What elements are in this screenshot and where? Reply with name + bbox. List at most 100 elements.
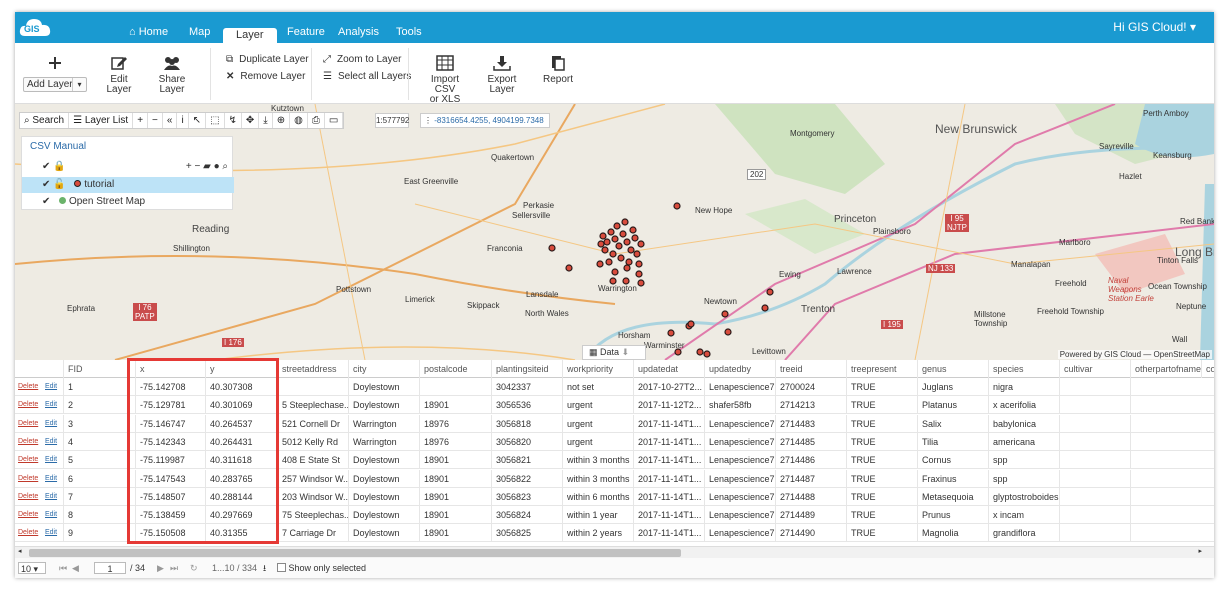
table-cell-updatedat[interactable]: 2017-10-27T2...: [633, 378, 704, 396]
table-cell-plantingsiteid[interactable]: 3056824: [491, 506, 562, 525]
map-view[interactable]: Kutztown Montgomery New Brunswick Perth …: [15, 104, 1214, 360]
table-cell-otherpartofname[interactable]: [1130, 487, 1201, 506]
show-only-selected[interactable]: Show only selected: [277, 562, 366, 574]
table-cell-treeid[interactable]: 2700024: [775, 378, 846, 396]
column-header-updatedby[interactable]: updatedby: [704, 360, 775, 378]
table-cell-postalcode[interactable]: 18901: [419, 506, 491, 525]
edit-link[interactable]: Edit: [45, 451, 57, 469]
select-all-layers-button[interactable]: ☰ Select all Layers: [323, 71, 411, 82]
table-cell-workpriority[interactable]: within 1 year: [562, 506, 633, 525]
table-cell-y[interactable]: 40.301069: [205, 396, 277, 415]
table-cell-genus[interactable]: Magnolia: [917, 524, 988, 543]
column-header-streetaddress[interactable]: streetaddress: [277, 360, 348, 378]
table-cell-city[interactable]: Doylestown: [348, 487, 419, 506]
table-row[interactable]: Delete Edit 4 -75.142343 40.264431 5012 Kelly…: [15, 432, 1214, 451]
download-icon[interactable]: ⤓: [259, 113, 273, 128]
table-cell-city[interactable]: Doylestown: [348, 469, 419, 488]
user-icon[interactable]: ●: [214, 161, 220, 172]
table-cell-species[interactable]: grandiflora: [988, 524, 1059, 543]
column-header-species[interactable]: species: [988, 360, 1059, 378]
table-cell-otherpartofname[interactable]: [1130, 469, 1201, 488]
table-cell-streetaddress[interactable]: 203 Windsor W...: [277, 487, 348, 506]
table-cell-x[interactable]: -75.119987: [135, 451, 205, 470]
table-cell-y[interactable]: 40.264537: [205, 414, 277, 433]
table-cell-postalcode[interactable]: 18901: [419, 469, 491, 488]
layer-item-osm[interactable]: ✔ Open Street Map: [22, 194, 234, 210]
table-cell-plantingsiteid[interactable]: 3056821: [491, 451, 562, 470]
refresh-icon[interactable]: ↻: [190, 562, 198, 574]
table-cell-postalcode[interactable]: [419, 378, 491, 396]
table-cell-treeid[interactable]: 2714489: [775, 506, 846, 525]
column-header-updatedat[interactable]: updatedat: [633, 360, 704, 378]
table-cell-plantingsiteid[interactable]: 3056536: [491, 396, 562, 415]
table-cell-streetaddress[interactable]: 75 Steeplechas...: [277, 506, 348, 525]
table-cell-treeid[interactable]: 2714490: [775, 524, 846, 543]
table-cell-streetaddress[interactable]: 521 Cornell Dr: [277, 414, 348, 433]
tab-home[interactable]: ⌂ Home: [129, 26, 168, 38]
column-header-x[interactable]: x: [135, 360, 205, 378]
table-cell-treeid[interactable]: 2714486: [775, 451, 846, 470]
table-cell-y[interactable]: 40.307308: [205, 378, 277, 396]
table-cell-treepresent[interactable]: TRUE: [846, 506, 917, 525]
table-row[interactable]: Delete Edit 6 -75.147543 40.283765 257 Windso…: [15, 469, 1214, 488]
checkbox[interactable]: [277, 563, 286, 572]
table-cell-otherpartofname[interactable]: [1130, 524, 1201, 543]
table-cell-plantingsiteid[interactable]: 3042337: [491, 378, 562, 396]
check-icon[interactable]: ✔: [42, 179, 50, 190]
table-cell-city[interactable]: Doylestown: [348, 451, 419, 470]
column-header-genus[interactable]: genus: [917, 360, 988, 378]
tab-tools[interactable]: Tools: [396, 26, 422, 38]
zoom-to-layer-button[interactable]: ⤢ Zoom to Layer: [323, 54, 401, 65]
table-cell-otherpartofname[interactable]: [1130, 378, 1201, 396]
pin-icon[interactable]: ⭳: [263, 562, 266, 574]
table-cell-city[interactable]: Warrington: [348, 414, 419, 433]
table-cell-streetaddress[interactable]: 7 Carriage Dr: [277, 524, 348, 543]
table-cell-updatedby[interactable]: Lenapescience7: [704, 487, 775, 506]
zoom-in-icon[interactable]: +: [133, 113, 149, 128]
table-cell-otherpartofname[interactable]: [1130, 432, 1201, 451]
delete-link[interactable]: Delete: [18, 433, 38, 451]
table-cell-treepresent[interactable]: TRUE: [846, 414, 917, 433]
lock-icon[interactable]: 🔒: [53, 161, 65, 172]
table-cell-updatedby[interactable]: Lenapescience7: [704, 451, 775, 470]
table-cell-city[interactable]: Doylestown: [348, 506, 419, 525]
layer-item-tutorial[interactable]: ✔ 🔓 tutorial: [22, 177, 234, 193]
table-cell-genus[interactable]: Salix: [917, 414, 988, 433]
table-cell-x[interactable]: -75.148507: [135, 487, 205, 506]
delete-link[interactable]: Delete: [18, 470, 38, 488]
column-header-co[interactable]: co: [1201, 360, 1214, 378]
table-cell-genus[interactable]: Tilia: [917, 432, 988, 451]
table-cell-species[interactable]: glyptostroboides: [988, 487, 1059, 506]
table-row[interactable]: Delete Edit 8 -75.138459 40.297669 75 Steeple…: [15, 506, 1214, 525]
column-header-FID[interactable]: FID: [63, 360, 135, 378]
table-cell-updatedby[interactable]: Lenapescience7: [704, 378, 775, 396]
tab-analysis[interactable]: Analysis: [338, 26, 379, 38]
table-cell-updatedat[interactable]: 2017-11-12T2...: [633, 396, 704, 415]
table-cell-cultivar[interactable]: [1059, 414, 1130, 433]
collapse-icon[interactable]: «: [163, 113, 178, 128]
table-cell-postalcode[interactable]: 18901: [419, 487, 491, 506]
table-cell-otherpartofname[interactable]: [1130, 506, 1201, 525]
table-cell-cultivar[interactable]: [1059, 524, 1130, 543]
table-cell-cultivar[interactable]: [1059, 396, 1130, 415]
edit-link[interactable]: Edit: [45, 506, 57, 524]
table-cell-updatedby[interactable]: Lenapescience7: [704, 432, 775, 451]
print-icon[interactable]: ⎙: [308, 113, 325, 128]
table-cell-postalcode[interactable]: 18901: [419, 396, 491, 415]
zoom-out-icon[interactable]: −: [148, 113, 163, 128]
table-cell-workpriority[interactable]: urgent: [562, 414, 633, 433]
table-cell-treeid[interactable]: 2714485: [775, 432, 846, 451]
zoom-icon[interactable]: ⌕: [222, 161, 228, 172]
edit-link[interactable]: Edit: [45, 396, 57, 414]
table-cell-species[interactable]: spp: [988, 469, 1059, 488]
edit-link[interactable]: Edit: [45, 378, 57, 396]
edit-link[interactable]: Edit: [45, 433, 57, 451]
report-button[interactable]: Report: [540, 55, 576, 85]
edit-layer-button[interactable]: Edit Layer: [99, 55, 139, 95]
table-cell-workpriority[interactable]: within 2 years: [562, 524, 633, 543]
table-cell-otherpartofname[interactable]: [1130, 396, 1201, 415]
table-cell-plantingsiteid[interactable]: 3056822: [491, 469, 562, 488]
table-row[interactable]: Delete Edit 1 -75.142708 40.307308 Doylestown…: [15, 378, 1214, 396]
table-cell-FID[interactable]: 7: [63, 487, 135, 506]
tab-feature[interactable]: Feature: [287, 26, 325, 38]
